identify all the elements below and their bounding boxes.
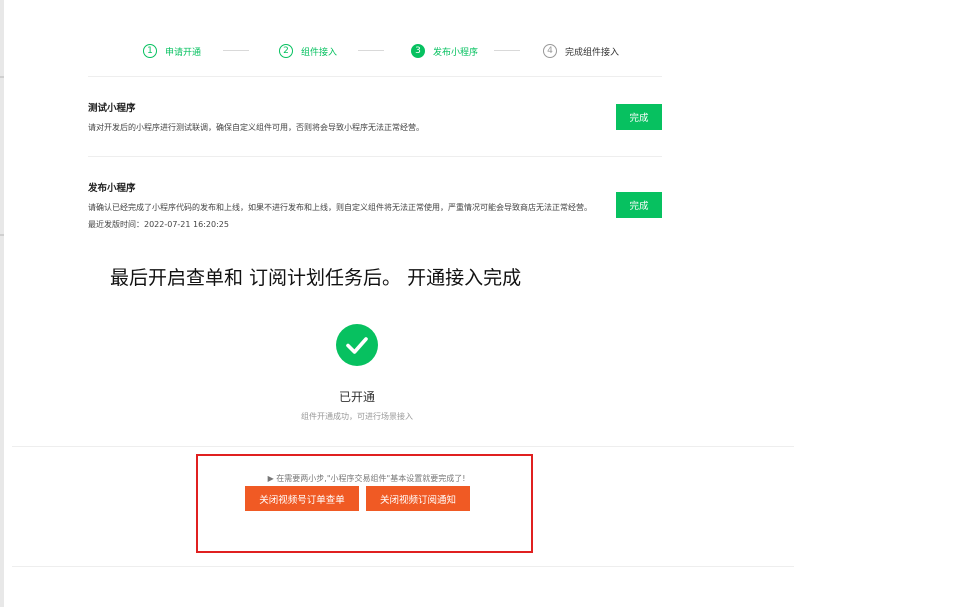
success-check-icon xyxy=(336,324,378,366)
step-connector xyxy=(223,50,249,51)
last-publish-time: 最近发版时间：2022-07-21 16:20:25 xyxy=(88,220,229,229)
step-number: 2 xyxy=(279,44,293,58)
close-order-query-button[interactable]: 关闭视频号订单查单 xyxy=(245,486,359,511)
left-edge-bar xyxy=(0,0,4,607)
divider xyxy=(12,446,794,447)
step-label: 组件接入 xyxy=(301,47,338,58)
opened-status-subtitle: 组件开通成功，可进行场景接入 xyxy=(301,412,413,421)
divider xyxy=(88,156,662,157)
step-number: 3 xyxy=(411,44,425,58)
publish-complete-button[interactable]: 完成 xyxy=(616,192,662,218)
test-section-description: 请对开发后的小程序进行测试联调，确保自定义组件可用，否则将会导致小程序无法正常经… xyxy=(88,123,424,132)
step-label: 申请开通 xyxy=(165,47,202,58)
step-number: 1 xyxy=(143,44,157,58)
opened-status-title: 已开通 xyxy=(338,390,375,404)
close-subscribe-notice-button[interactable]: 关闭视频订阅通知 xyxy=(366,486,470,511)
step-number: 4 xyxy=(543,44,557,58)
publish-section-title: 发布小程序 xyxy=(88,183,136,194)
step-complete: 4 完成组件接入 xyxy=(543,42,619,60)
divider xyxy=(88,76,662,77)
step-apply: 1 申请开通 xyxy=(143,42,201,60)
step-connector xyxy=(358,50,384,51)
step-connector xyxy=(494,50,520,51)
publish-section-description: 请确认已经完成了小程序代码的发布和上线，如果不进行发布和上线，则自定义组件将无法… xyxy=(88,203,592,212)
action-hint: ▶ 在需要两小步,"小程序交易组件"基本设置就要完成了! xyxy=(267,474,466,483)
step-label: 完成组件接入 xyxy=(565,47,620,58)
left-edge-tick xyxy=(0,76,4,78)
test-section-title: 测试小程序 xyxy=(88,103,136,114)
left-edge-tick xyxy=(0,234,4,236)
highlight-box: ▶ 在需要两小步,"小程序交易组件"基本设置就要完成了! 关闭视频号订单查单 关… xyxy=(196,454,533,553)
step-label: 发布小程序 xyxy=(433,47,479,58)
headline-annotation: 最后开启查单和 订阅计划任务后。 开通接入完成 xyxy=(110,267,522,289)
step-publish: 3 发布小程序 xyxy=(411,42,478,60)
step-component-access: 2 组件接入 xyxy=(279,42,337,60)
test-complete-button[interactable]: 完成 xyxy=(616,104,662,130)
divider xyxy=(12,566,794,567)
